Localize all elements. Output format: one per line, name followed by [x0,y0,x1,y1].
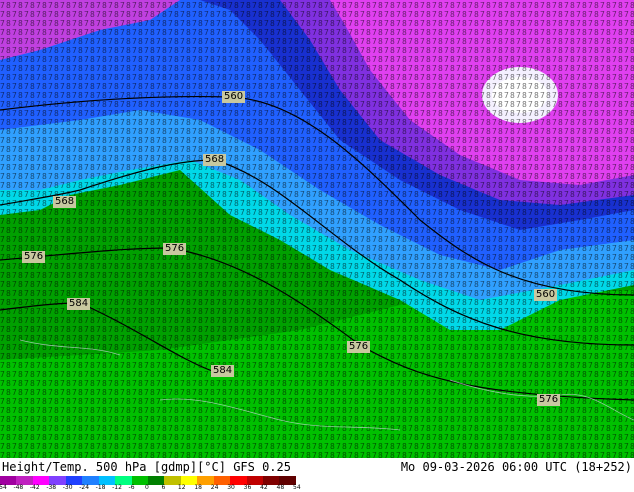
contour-label-584-south: 584 [211,365,235,377]
temperature-digits-overlay [0,0,634,458]
colorbar-tick-labels: -54-48-42-38-30-24-18-12-606121824303642… [0,484,301,492]
contour-label-584-west: 584 [67,298,91,310]
contour-label-576-west: 576 [22,251,46,263]
contour-label-560-east: 560 [534,289,558,301]
contour-label-568-central: 568 [203,154,227,166]
contour-label-560-north: 560 [222,91,246,103]
valid-time: Mo 09-03-2026 06:00 UTC (18+252) [400,460,632,474]
contour-label-576-south: 576 [347,341,371,353]
weather-map: 7 8 [0,0,634,458]
contour-label-576-east: 576 [537,394,561,406]
contour-label-568-west: 568 [53,196,77,208]
map-title: Height/Temp. 500 hPa [gdmp][°C] GFS 0.25 [2,460,291,474]
contour-label-576-central: 576 [163,243,187,255]
